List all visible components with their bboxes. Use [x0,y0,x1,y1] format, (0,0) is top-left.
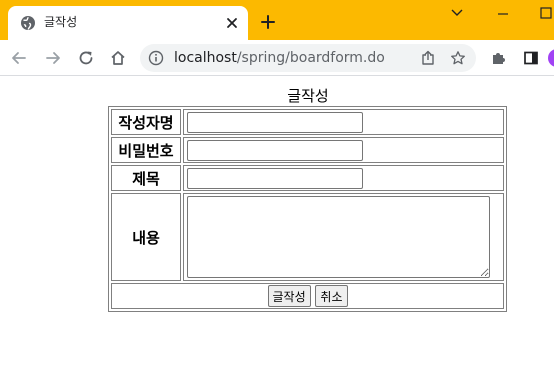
form-row-content: 내용 [111,193,504,281]
form-row-subject: 제목 [111,165,504,191]
maximize-icon[interactable] [538,4,554,22]
info-icon[interactable] [148,50,164,66]
cancel-button[interactable]: 취소 [315,285,348,307]
submit-button[interactable]: 글작성 [267,285,311,307]
address-bar[interactable]: localhost/spring/boardform.do [140,44,476,72]
content-cell [183,193,504,281]
new-tab-icon[interactable] [260,14,276,30]
browser-toolbar: localhost/spring/boardform.do [0,40,554,76]
url-host: localhost [174,50,237,66]
close-icon[interactable] [224,15,240,31]
subject-input[interactable] [187,168,363,189]
globe-icon [21,16,35,30]
forward-arrow-icon[interactable] [44,49,62,67]
form-row-actions: 글작성 취소 [111,283,504,309]
password-cell [183,137,504,163]
browser-tab[interactable]: 글작성 [8,6,248,40]
chevron-down-icon[interactable] [448,4,466,22]
page-content: 글작성 작성자명 비밀번호 제목 내용 글작성 취소 [0,77,554,382]
content-textarea[interactable] [187,196,490,278]
password-input[interactable] [187,140,363,161]
actions-cell: 글작성 취소 [111,283,504,309]
tab-title: 글작성 [44,15,78,29]
bookmark-star-icon[interactable] [450,50,466,66]
writer-input[interactable] [187,112,363,133]
url-path: /spring/boardform.do [236,50,385,66]
subject-label: 제목 [111,165,181,191]
home-icon[interactable] [109,49,127,67]
board-form-table: 작성자명 비밀번호 제목 내용 글작성 취소 [108,106,507,312]
password-label: 비밀번호 [111,137,181,163]
profile-avatar[interactable] [548,49,554,67]
writer-cell [183,109,504,135]
side-panel-icon[interactable] [522,49,540,67]
form-row-password: 비밀번호 [111,137,504,163]
form-row-writer: 작성자명 [111,109,504,135]
extensions-puzzle-icon[interactable] [490,49,508,67]
back-arrow-icon[interactable] [10,49,28,67]
share-icon[interactable] [420,50,436,66]
subject-cell [183,165,504,191]
url-text[interactable]: localhost/spring/boardform.do [174,50,385,66]
page-title: 글작성 [287,87,329,105]
minimize-icon[interactable] [494,4,512,22]
browser-titlebar: 글작성 [0,0,554,40]
reload-icon[interactable] [77,49,95,67]
writer-label: 작성자명 [111,109,181,135]
content-label: 내용 [111,193,181,281]
